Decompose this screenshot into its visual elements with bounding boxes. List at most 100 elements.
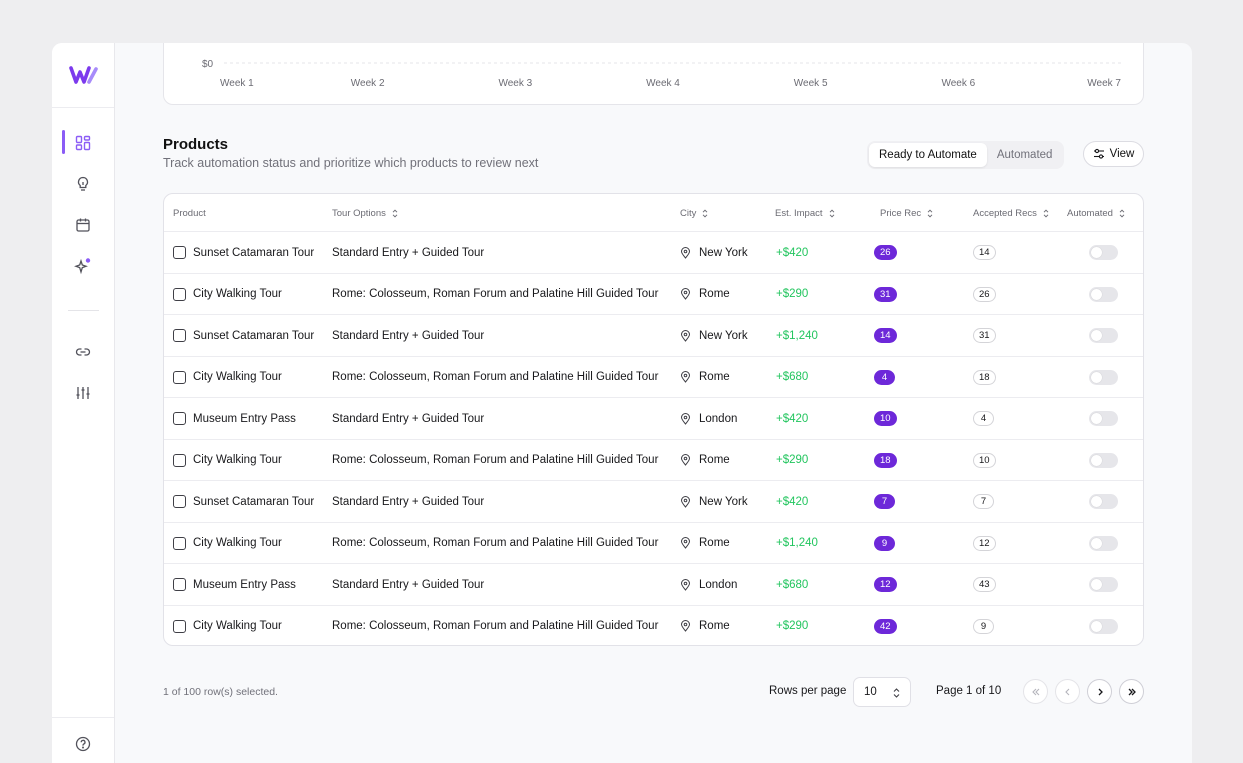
row-checkbox[interactable] xyxy=(173,536,186,550)
row-checkbox[interactable] xyxy=(173,329,186,342)
logo-icon[interactable] xyxy=(69,63,99,87)
table-row[interactable]: Museum Entry Pass Standard Entry + Guided… xyxy=(164,564,1143,606)
city-name: London xyxy=(699,578,738,591)
automated-toggle[interactable] xyxy=(1089,286,1118,302)
automated-toggle[interactable] xyxy=(1089,494,1118,509)
price-rec-badge[interactable]: 26 xyxy=(874,245,897,261)
last-page-button[interactable] xyxy=(1119,679,1144,704)
city-cell: Rome xyxy=(680,606,730,646)
header-est-impact[interactable]: Est. Impact xyxy=(775,194,835,232)
header-product: Product xyxy=(173,207,206,219)
x-tick-label: Week 6 xyxy=(941,78,975,89)
chevron-left-icon xyxy=(1064,688,1069,695)
accepted-recs-badge: 9 xyxy=(973,618,994,634)
x-tick-label: Week 2 xyxy=(351,78,385,89)
view-button[interactable]: View xyxy=(1083,141,1144,167)
accepted-recs-cell: 14 xyxy=(973,232,996,274)
table-row[interactable]: Sunset Catamaran Tour Standard Entry + Gu… xyxy=(164,315,1143,357)
accepted-recs-badge: 31 xyxy=(973,328,996,344)
sidebar xyxy=(52,43,115,763)
price-rec-badge[interactable]: 10 xyxy=(874,411,897,427)
price-rec-cell: 10 xyxy=(874,398,897,440)
table-row[interactable]: Sunset Catamaran Tour Standard Entry + Gu… xyxy=(164,481,1143,523)
sidebar-divider xyxy=(52,107,114,108)
price-rec-badge[interactable]: 42 xyxy=(874,618,897,634)
sliders-icon[interactable] xyxy=(73,383,93,403)
help-icon[interactable] xyxy=(73,734,93,754)
header-tour-options[interactable]: Tour Options xyxy=(332,194,398,232)
automated-toggle[interactable] xyxy=(1089,411,1118,426)
est-impact: +$290 xyxy=(776,454,809,467)
sort-icon xyxy=(1119,208,1125,218)
sidebar-divider xyxy=(52,717,114,718)
est-impact: +$420 xyxy=(776,412,809,425)
lightbulb-icon[interactable] xyxy=(73,174,93,194)
dashboard-icon[interactable] xyxy=(73,133,93,153)
tour-option: Rome: Colosseum, Roman Forum and Palatin… xyxy=(332,288,659,301)
row-checkbox[interactable] xyxy=(173,412,186,425)
table-row[interactable]: Museum Entry Pass Standard Entry + Guided… xyxy=(164,398,1143,440)
product-name: Sunset Catamaran Tour xyxy=(193,329,315,342)
map-pin-icon xyxy=(680,371,691,384)
product-name: City Walking Tour xyxy=(193,288,282,301)
next-page-button[interactable] xyxy=(1087,679,1112,704)
automated-toggle[interactable] xyxy=(1089,328,1118,343)
automated-toggle[interactable] xyxy=(1089,535,1118,551)
x-tick-label: Week 4 xyxy=(646,78,680,89)
tour-option: Standard Entry + Guided Tour xyxy=(332,495,485,508)
table-row[interactable]: City Walking Tour Rome: Colosseum, Roman … xyxy=(164,274,1143,315)
automated-toggle[interactable] xyxy=(1089,245,1118,260)
status-tabs: Ready to Automate Automated xyxy=(867,141,1065,169)
map-pin-icon xyxy=(680,329,691,342)
table-row[interactable]: Sunset Catamaran Tour Standard Entry + Gu… xyxy=(164,232,1143,274)
tour-option: Rome: Colosseum, Roman Forum and Palatin… xyxy=(332,537,659,550)
calendar-icon[interactable] xyxy=(73,215,93,235)
sparkles-icon[interactable] xyxy=(73,256,93,276)
rows-per-page-label: Rows per page xyxy=(769,685,847,697)
table-row[interactable]: City Walking Tour Rome: Colosseum, Roman … xyxy=(164,523,1143,564)
row-checkbox[interactable] xyxy=(173,287,186,301)
row-checkbox[interactable] xyxy=(173,453,186,467)
est-impact: +$680 xyxy=(776,578,809,591)
price-rec-badge[interactable]: 18 xyxy=(874,452,897,468)
table-row[interactable]: City Walking Tour Rome: Colosseum, Roman … xyxy=(164,440,1143,481)
city-cell: New York xyxy=(680,481,748,523)
price-rec-badge[interactable]: 12 xyxy=(874,577,897,593)
tab-ready-to-automate[interactable]: Ready to Automate xyxy=(869,143,987,167)
map-pin-icon xyxy=(680,246,691,259)
automated-toggle[interactable] xyxy=(1089,618,1118,634)
tab-automated[interactable]: Automated xyxy=(987,143,1063,167)
price-rec-badge[interactable]: 9 xyxy=(874,535,895,551)
automated-toggle[interactable] xyxy=(1089,369,1118,385)
city-name: Rome xyxy=(699,454,730,467)
price-rec-badge[interactable]: 4 xyxy=(874,369,895,385)
header-automated[interactable]: Automated xyxy=(1067,194,1125,232)
first-page-button[interactable] xyxy=(1023,679,1048,704)
row-checkbox[interactable] xyxy=(173,578,186,591)
price-rec-cell: 4 xyxy=(874,357,895,399)
price-rec-badge[interactable]: 31 xyxy=(874,286,897,302)
table-row[interactable]: City Walking Tour Rome: Colosseum, Roman … xyxy=(164,357,1143,399)
header-accepted-recs[interactable]: Accepted Recs xyxy=(973,194,1049,232)
price-rec-badge[interactable]: 14 xyxy=(874,328,897,344)
tour-option: Rome: Colosseum, Roman Forum and Palatin… xyxy=(332,454,659,467)
sort-icon xyxy=(703,208,708,218)
header-city[interactable]: City xyxy=(680,194,708,232)
row-checkbox[interactable] xyxy=(173,495,186,508)
previous-page-button[interactable] xyxy=(1055,679,1080,704)
header-price-rec[interactable]: Price Rec xyxy=(880,194,933,232)
row-checkbox[interactable] xyxy=(173,370,186,384)
accepted-recs-badge: 12 xyxy=(973,535,996,551)
rows-per-page-select[interactable]: 10 xyxy=(853,677,911,707)
row-checkbox[interactable] xyxy=(173,246,186,259)
automated-toggle[interactable] xyxy=(1089,577,1118,592)
link-icon[interactable] xyxy=(73,342,93,362)
automated-toggle[interactable] xyxy=(1089,452,1118,468)
row-checkbox[interactable] xyxy=(173,619,186,633)
city-cell: London xyxy=(680,564,737,606)
price-rec-badge[interactable]: 7 xyxy=(874,494,895,510)
accepted-recs-cell: 4 xyxy=(973,398,994,440)
main-content: $0 Week 1 Week 2 Week 3 Week 4 Week 5 Week 6W… xyxy=(115,43,1192,763)
x-axis: Week 1 Week 2 Week 3 Week 4 Week 5 Week 6 Week… xyxy=(220,78,1121,89)
table-row[interactable]: City Walking Tour Rome: Colosseum, Roman … xyxy=(164,606,1143,646)
